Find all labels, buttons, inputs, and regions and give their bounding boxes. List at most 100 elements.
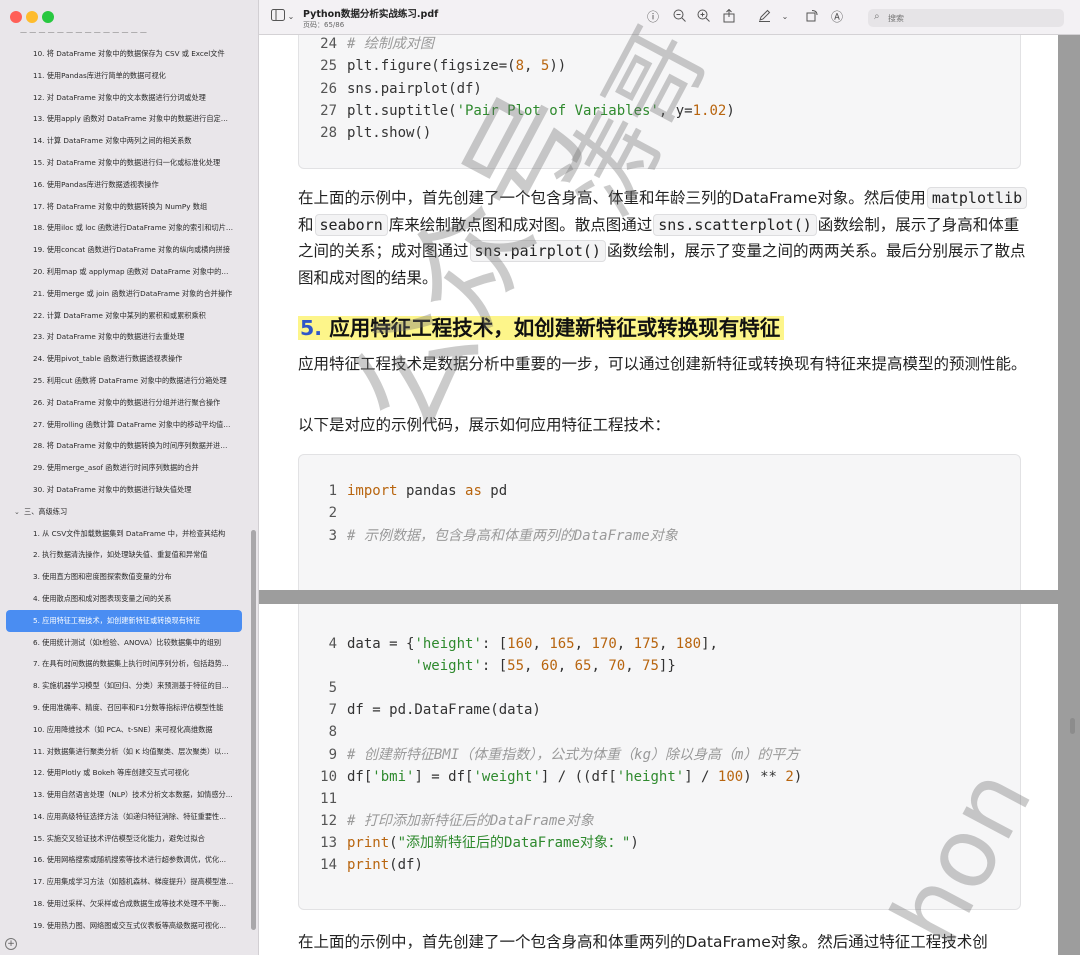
toc-item[interactable]: 11. 对数据集进行聚类分析（如 K 均值聚类、层次聚类）以识... xyxy=(6,741,242,763)
code-token: # 绘制成对图 xyxy=(347,36,434,52)
body-paragraph: 以下是对应的示例代码，展示如何应用特征工程技术： xyxy=(298,416,671,434)
toc-item[interactable]: 6. 使用统计测试（如t检验、ANOVA）比较数据集中的组别 xyxy=(6,632,242,654)
toc-item[interactable]: 16. 使用网格搜索或随机搜索等技术进行超参数调优，优化... xyxy=(6,849,242,871)
toc-item[interactable]: 13. 使用自然语言处理（NLP）技术分析文本数据，如情感分... xyxy=(6,784,242,806)
toc-item[interactable]: 14. 应用高级特征选择方法（如递归特征消除、特征重要性... xyxy=(6,806,242,828)
toc-item[interactable]: 19. 使用热力图、网络图或交互式仪表板等高级数据可视化... xyxy=(6,915,242,935)
toc-item[interactable]: 2. 执行数据清洗操作，如处理缺失值、重复值和异常值 xyxy=(6,544,242,566)
toc-item-label: 28. 将 DataFrame 对象中的数据转换为时间序列数据并进行... xyxy=(33,441,235,451)
toc-item[interactable]: 29. 使用merge_asof 函数进行时间序列数据的合并 xyxy=(6,457,242,479)
close-window-button[interactable] xyxy=(10,11,22,23)
share-icon[interactable] xyxy=(721,8,737,25)
toc-item[interactable]: 19. 使用concat 函数进行DataFrame 对象的纵向或横向拼接 xyxy=(6,239,242,261)
line-number: 4 xyxy=(328,636,337,652)
search-input[interactable] xyxy=(888,11,1058,25)
line-number: 9 xyxy=(328,746,337,763)
toc-item-label: 11. 对数据集进行聚类分析（如 K 均值聚类、层次聚类）以识... xyxy=(33,746,236,756)
toc-item[interactable]: 8. 实施机器学习模型（如回归、分类）来预测基于特征的目... xyxy=(6,675,242,697)
toc-item-label: 17. 将 DataFrame 对象中的数据转换为 NumPy 数组 xyxy=(33,201,208,211)
toc-item-label: 23. 对 DataFrame 对象中的数据进行去重处理 xyxy=(33,332,185,342)
code-token: 70 xyxy=(608,658,626,675)
toc-item-label: 22. 计算 DataFrame 对象中某列的累积和或累积乘积 xyxy=(33,310,206,320)
toc-item[interactable]: 27. 使用rolling 函数计算 DataFrame 对象中的移动平均值或.… xyxy=(6,414,242,436)
toc-item[interactable]: 3. 使用直方图和密度图探索数值变量的分布 xyxy=(6,566,242,588)
code-block: 1 import pandas as pd 2 3 # 示例数据，包含身高和体重两列的D… xyxy=(298,454,1021,590)
pdf-page: 4 data = {'height': [160, 165, 170, 175, … xyxy=(259,604,1058,955)
code-line: 11 xyxy=(299,789,347,809)
zoom-out-icon[interactable] xyxy=(671,9,687,25)
code-line: 9 # 创建新特征BMI（体重指数），公式为体重（kg）除以身高（m）的平方 xyxy=(299,745,800,765)
search-icon: ⌕ xyxy=(874,11,880,22)
code-token: 170 xyxy=(591,636,617,652)
toc-section[interactable]: ⌄ 三、高级练习 xyxy=(6,501,242,523)
toc-item[interactable]: 11. 使用Pandas库进行简单的数据可视化 xyxy=(6,65,242,87)
info-icon[interactable]: ⓘ xyxy=(645,9,661,25)
code-token: , xyxy=(524,58,541,75)
toc-item-label: 25. 利用cut 函数将 DataFrame 对象中的数据进行分箱处理 xyxy=(33,375,227,385)
code-token: ) xyxy=(793,768,803,785)
toc-item[interactable]: 17. 应用集成学习方法（如随机森林、梯度提升）提高模型准... xyxy=(6,871,242,893)
rotate-icon[interactable] xyxy=(804,9,820,25)
toc-item[interactable]: 15. 实施交叉验证技术评估模型泛化能力，避免过拟合 xyxy=(6,828,242,850)
code-token: data = { xyxy=(347,636,415,652)
toc-item-selected[interactable]: 5. 应用特征工程技术，如创建新特征或转换现有特征 xyxy=(6,609,242,632)
zoom-in-icon[interactable] xyxy=(695,9,711,25)
sidebar-toggle-icon[interactable] xyxy=(271,9,285,25)
code-token: 2 xyxy=(785,768,794,785)
code-token: 'weight' xyxy=(414,658,482,675)
toc-item[interactable]: 7. 在具有时间数据的数据集上执行时间序列分析，包括趋势... xyxy=(6,653,242,675)
toc-item[interactable]: 15. 对 DataFrame 对象中的数据进行归一化或标准化处理 xyxy=(6,152,242,174)
toc-item[interactable]: 10. 将 DataFrame 对象中的数据保存为 CSV 或 Excel文件 xyxy=(6,43,242,65)
toc-item[interactable]: 18. 使用过采样、欠采样或合成数据生成等技术处理不平衡... xyxy=(6,893,242,915)
code-token: as xyxy=(465,483,482,499)
markup-pen-icon[interactable] xyxy=(756,9,772,25)
toc-item[interactable]: 9. 使用准确率、精度、召回率和F1分数等指标评估模型性能 xyxy=(6,697,242,719)
code-token: )) xyxy=(549,58,567,75)
toc-item-label: 3. 使用直方图和密度图探索数值变量的分布 xyxy=(33,572,172,582)
toc-item[interactable]: 12. 使用Plotly 或 Bokeh 等库创建交互式可视化 xyxy=(6,762,242,784)
toc-item[interactable]: 4. 使用散点图和成对图表现变量之间的关系 xyxy=(6,588,242,610)
minimize-window-button[interactable] xyxy=(26,11,38,23)
line-number: 1 xyxy=(328,483,337,499)
code-token: pandas xyxy=(397,483,466,499)
line-number: 3 xyxy=(328,527,337,544)
toc-item[interactable]: 10. 应用降维技术（如 PCA、t-SNE）来可视化高维数据 xyxy=(6,719,242,741)
toc-item[interactable]: 23. 对 DataFrame 对象中的数据进行去重处理 xyxy=(6,326,242,348)
toc-item-label: 17. 应用集成学习方法（如随机森林、梯度提升）提高模型准... xyxy=(33,877,234,887)
toc-item[interactable]: 1. 从 CSV文件加载数据集到 DataFrame 中，并检查其结构 xyxy=(6,523,242,545)
chevron-down-icon[interactable]: ⌄ xyxy=(781,9,789,25)
code-token: plt.figure(figsize=( xyxy=(347,58,516,75)
toc-item[interactable]: 26. 对 DataFrame 对象中的数据进行分组并进行聚合操作 xyxy=(6,392,242,414)
toc-item[interactable]: 14. 计算 DataFrame 对象中两列之间的相关系数 xyxy=(6,130,242,152)
toc-item[interactable]: 22. 计算 DataFrame 对象中某列的累积和或累积乘积 xyxy=(6,305,242,327)
code-token: 1.02 xyxy=(692,102,727,119)
code-line: 13 print("添加新特征后的DataFrame对象：") xyxy=(299,833,639,853)
toc-item[interactable]: 16. 使用Pandas库进行数据透视表操作 xyxy=(6,174,242,196)
toc-item[interactable]: 12. 对 DataFrame 对象中的文本数据进行分词或处理 xyxy=(6,87,242,109)
chevron-down-icon[interactable]: ⌄ xyxy=(287,9,295,25)
paragraph-text: 库来绘制散点图和成对图。散点图通过 xyxy=(388,215,653,234)
toc-item[interactable]: 30. 对 DataFrame 对象中的数据进行缺失值处理 xyxy=(6,479,242,501)
sidebar-scrollbar[interactable] xyxy=(251,530,256,930)
toc-item[interactable]: 18. 使用iloc 或 loc 函数进行DataFrame 对象的索引和切片操… xyxy=(6,217,242,239)
code-token: 75 xyxy=(642,658,659,675)
toc-item[interactable]: 20. 利用map 或 applymap 函数对 DataFrame 对象中的数… xyxy=(6,261,242,283)
toc-item-label: 6. 使用统计测试（如t检验、ANOVA）比较数据集中的组别 xyxy=(33,637,222,647)
disclosure-chevron-icon[interactable]: ⌄ xyxy=(14,502,24,523)
code-token: , xyxy=(524,658,541,675)
search-field[interactable]: ⌕ xyxy=(868,9,1064,27)
zoom-window-button[interactable] xyxy=(42,11,54,23)
code-line: 28 plt.show() xyxy=(299,123,431,143)
document-scrollbar[interactable] xyxy=(1070,718,1075,734)
toc-item[interactable]: 25. 利用cut 函数将 DataFrame 对象中的数据进行分箱处理 xyxy=(6,370,242,392)
code-token: ] / xyxy=(684,768,718,785)
toc-item[interactable]: 17. 将 DataFrame 对象中的数据转换为 NumPy 数组 xyxy=(6,196,242,218)
toc-item[interactable]: 24. 使用pivot_table 函数进行数据透视表操作 xyxy=(6,348,242,370)
add-icon[interactable]: + xyxy=(5,938,17,950)
toc-item[interactable]: 21. 使用merge 或 join 函数进行DataFrame 对象的合并操作 xyxy=(6,283,242,305)
code-token: sns.pairplot(df) xyxy=(347,80,482,97)
toc-item[interactable]: 13. 使用apply 函数对 DataFrame 对象中的数据进行自定义... xyxy=(6,108,242,130)
toc-item[interactable]: 28. 将 DataFrame 对象中的数据转换为时间序列数据并进行... xyxy=(6,435,242,457)
annotate-icon[interactable]: Ⓐ xyxy=(829,9,845,25)
code-token: , xyxy=(616,636,634,652)
